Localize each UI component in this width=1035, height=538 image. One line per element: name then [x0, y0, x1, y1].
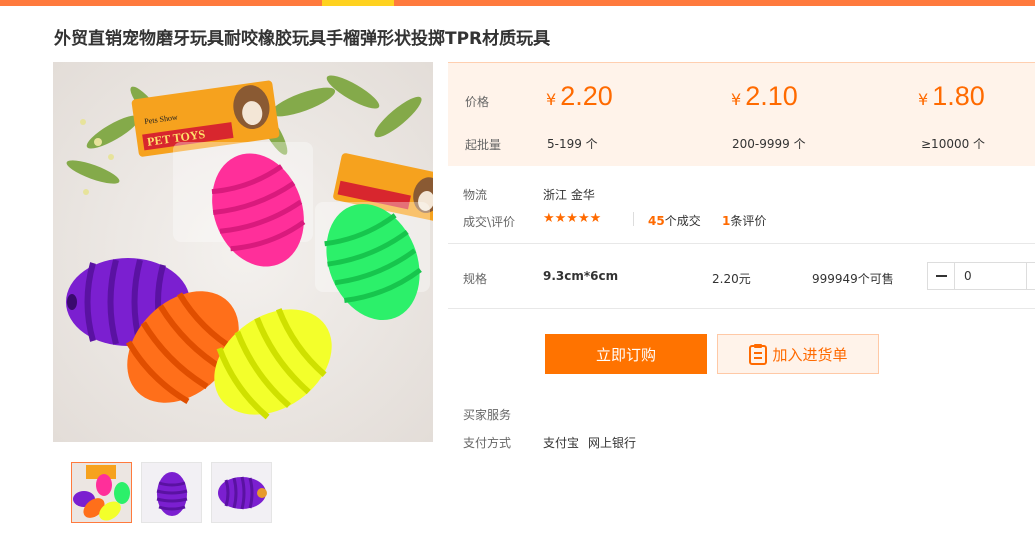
batch-range-1: 5-199 个: [547, 137, 598, 151]
increment-button[interactable]: [1026, 263, 1035, 289]
clipboard-icon: [749, 344, 768, 365]
main-product-image[interactable]: PET TOYS Pets Show: [53, 62, 433, 442]
thumbnail-3[interactable]: [211, 462, 272, 523]
rating-stars: ★★★★★: [543, 211, 602, 226]
batch-range-2: 200-9999 个: [732, 137, 806, 151]
price-tier-1: ¥2.20: [546, 81, 613, 112]
top-accent-highlight: [322, 0, 394, 6]
payment-label: 支付方式: [463, 436, 512, 450]
quantity-input[interactable]: [956, 263, 1026, 289]
reviews-label: 成交\评价: [463, 215, 516, 229]
spec-label: 规格: [463, 272, 488, 286]
price-value: 1.80: [932, 81, 985, 111]
price-value: 2.10: [745, 81, 798, 111]
decrement-button[interactable]: [928, 263, 955, 289]
review-suffix: 条评价: [730, 214, 767, 228]
deals-suffix: 个成交: [664, 214, 701, 228]
currency-symbol: ¥: [731, 90, 742, 109]
review-count[interactable]: 1条评价: [722, 212, 766, 229]
quantity-stepper: [927, 262, 1035, 290]
batch-range-3: ≥10000 个: [921, 137, 986, 151]
price-tier-2: ¥2.10: [731, 81, 798, 112]
spec-price: 2.20元: [712, 272, 751, 286]
currency-symbol: ¥: [918, 90, 929, 109]
thumbnail-1[interactable]: [71, 462, 132, 523]
spec-stock: 999949个可售: [812, 272, 894, 286]
batch-label: 起批量: [465, 138, 502, 152]
deals-count[interactable]: 45个成交: [648, 212, 701, 229]
logistics-label: 物流: [463, 188, 488, 202]
price-value: 2.20: [560, 81, 613, 111]
payment-alipay: 支付宝: [543, 436, 580, 450]
add-to-list-label: 加入进货单: [772, 345, 848, 364]
price-tier-3: ¥1.80: [918, 81, 985, 112]
thumbnail-2[interactable]: [141, 462, 202, 523]
divider: [633, 212, 634, 226]
add-to-list-button[interactable]: 加入进货单: [717, 334, 879, 374]
product-title: 外贸直销宠物磨牙玩具耐咬橡胶玩具手榴弹形状投掷TPR材质玩具: [54, 29, 551, 49]
price-label: 价格: [465, 95, 490, 109]
spec-name: 9.3cm*6cm: [543, 269, 619, 283]
minus-icon: [935, 275, 947, 277]
order-now-button[interactable]: 立即订购: [545, 334, 707, 374]
buyer-service-label: 买家服务: [463, 408, 512, 422]
currency-symbol: ¥: [546, 90, 557, 109]
deals-number: 45: [648, 214, 665, 228]
price-panel: 价格 起批量 ¥2.20 ¥2.10 ¥1.80 5-199 个 200-999…: [448, 62, 1035, 166]
divider: [448, 308, 1035, 309]
logistics-value: 浙江 金华: [543, 188, 595, 202]
divider: [448, 243, 1035, 244]
top-accent-bar: [0, 0, 1035, 6]
payment-online-bank: 网上银行: [588, 436, 637, 450]
